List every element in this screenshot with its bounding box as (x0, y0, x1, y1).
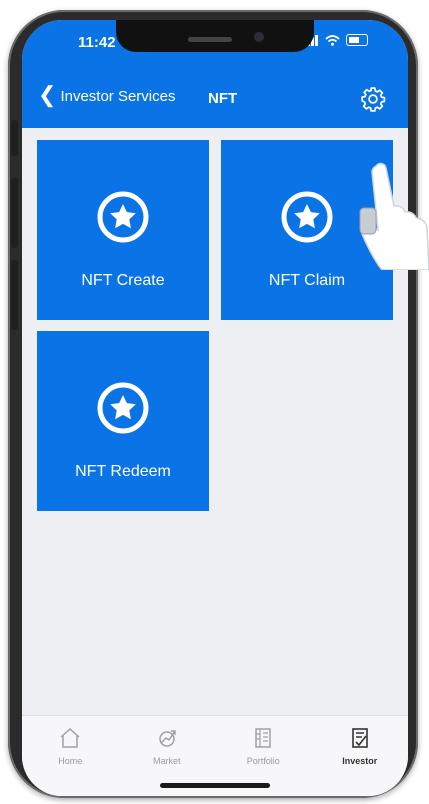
battery-icon (346, 34, 368, 46)
volume-up-button (11, 178, 18, 248)
tile-nft-create[interactable]: NFT Create (37, 140, 209, 320)
portfolio-icon (255, 728, 271, 748)
tab-investor[interactable]: Investor (312, 716, 409, 796)
chevron-left-icon: ❮ (38, 82, 57, 107)
star-circle-icon (97, 191, 149, 243)
tab-label: Home (58, 756, 83, 766)
tile-label: NFT Claim (268, 272, 346, 289)
tab-label: Market (152, 756, 181, 766)
market-icon (159, 730, 176, 747)
star-circle-icon (281, 191, 333, 243)
home-indicator (160, 783, 270, 788)
tab-bar: Home Market Portfolio Investor (22, 715, 408, 796)
back-label: Investor Services (60, 87, 176, 105)
screen: 11:42 ❮ Investor Services NFT NFT Create… (22, 20, 408, 796)
tab-home[interactable]: Home (22, 716, 119, 796)
status-time: 11:42 (78, 34, 116, 51)
tab-label: Portfolio (246, 756, 280, 766)
investor-icon (351, 728, 368, 748)
home-icon (60, 727, 80, 748)
nav-bar: ❮ Investor Services NFT (22, 70, 408, 128)
page-title: NFT (208, 90, 238, 107)
pointing-hand-icon (359, 162, 429, 270)
tile-label: NFT Create (81, 272, 165, 289)
mute-switch (11, 120, 18, 156)
tab-label: Investor (342, 756, 378, 766)
speaker (188, 37, 232, 42)
notch (116, 20, 314, 52)
tile-label: NFT Redeem (75, 463, 171, 480)
front-camera (254, 32, 264, 42)
wifi-icon (325, 34, 340, 46)
volume-down-button (11, 260, 18, 330)
tile-nft-redeem[interactable]: NFT Redeem (37, 331, 209, 511)
back-button[interactable]: ❮ Investor Services (38, 82, 176, 107)
gear-icon[interactable] (360, 86, 386, 112)
star-circle-icon (97, 382, 149, 434)
